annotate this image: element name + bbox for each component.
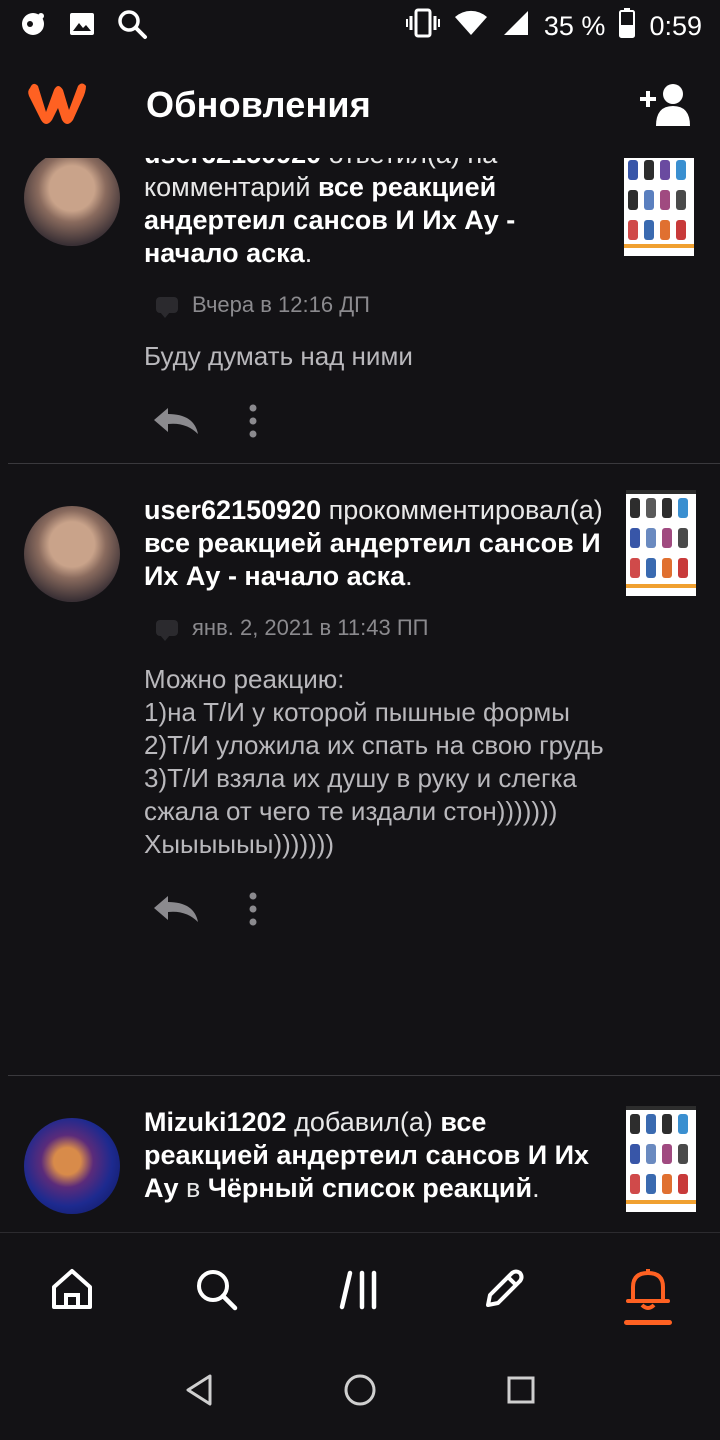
wifi-icon	[454, 9, 488, 44]
comment-bubble-icon	[156, 620, 178, 641]
library-icon	[339, 1270, 377, 1309]
battery-icon	[619, 7, 636, 45]
list-item[interactable]: Mizuki1202 добавил(а) все реакцией андер…	[8, 1075, 720, 1232]
comment-bubble-icon	[156, 297, 178, 318]
add-user-button[interactable]	[636, 75, 696, 135]
story-link[interactable]: все реакцией андертеил сансов И Их Ау - …	[144, 528, 601, 591]
write-icon	[486, 1269, 524, 1307]
reply-icon	[154, 895, 198, 922]
recents-button[interactable]	[506, 1375, 536, 1410]
timestamp: Вчера в 12:16 ДП	[192, 292, 370, 317]
home-icon	[52, 1268, 92, 1309]
bottom-navigation	[0, 1232, 720, 1344]
reply-button[interactable]	[152, 406, 200, 441]
nav-search[interactable]	[176, 1249, 256, 1329]
timestamp-row: Вчера в 12:16 ДП	[144, 292, 616, 318]
wattpad-logo-icon[interactable]	[24, 78, 88, 133]
back-icon	[186, 1374, 212, 1405]
avatar[interactable]	[24, 1118, 120, 1214]
home-system-button[interactable]	[343, 1373, 377, 1412]
back-button[interactable]	[184, 1373, 214, 1412]
more-options-button[interactable]	[248, 892, 258, 931]
search-icon	[116, 8, 148, 45]
more-options-button[interactable]	[248, 404, 258, 443]
recents-icon	[507, 1376, 535, 1403]
vibrate-icon	[405, 8, 440, 45]
story-cover[interactable]	[626, 490, 696, 596]
action-row	[144, 891, 616, 931]
nav-notifications[interactable]	[608, 1249, 688, 1329]
search-icon	[197, 1269, 238, 1310]
story-cover[interactable]	[624, 158, 694, 256]
list-item[interactable]: user62150920 прокомментировал(а) все реа…	[8, 463, 720, 1075]
story-cover[interactable]	[626, 1106, 696, 1212]
timestamp-row: янв. 2, 2021 в 11:43 ПП	[144, 615, 616, 641]
status-bar: 35 % 0:59	[0, 0, 720, 52]
updates-feed[interactable]: user62150920 ответил(а) на комментарий в…	[0, 158, 720, 1232]
system-navigation-bar	[0, 1344, 720, 1440]
clock: 0:59	[649, 10, 702, 41]
page-title: Обновления	[146, 84, 371, 125]
reply-button[interactable]	[152, 894, 200, 929]
update-headline: Mizuki1202 добавил(а) все реакцией андер…	[144, 1106, 616, 1205]
avatar[interactable]	[24, 158, 120, 246]
notification-icon	[18, 9, 48, 44]
username-link[interactable]: user62150920	[144, 158, 321, 169]
signal-icon	[502, 9, 530, 44]
comment-text: Буду думать над ними	[144, 341, 413, 371]
comment-text: Можно реакцию: 1)на Т/И у которой пышные…	[144, 664, 604, 859]
timestamp: янв. 2, 2021 в 11:43 ПП	[192, 615, 429, 640]
nav-library[interactable]	[320, 1249, 400, 1329]
avatar[interactable]	[24, 506, 120, 602]
add-user-icon	[640, 84, 690, 126]
nav-write[interactable]	[464, 1249, 544, 1329]
app-header: Обновления	[0, 52, 720, 158]
reply-icon	[154, 407, 198, 434]
more-vertical-icon	[249, 892, 257, 925]
more-vertical-icon	[249, 404, 257, 437]
middle-text: в	[178, 1173, 208, 1203]
username-link[interactable]: user62150920	[144, 495, 321, 525]
action-text: добавил(а)	[286, 1107, 441, 1137]
update-headline: user62150920 прокомментировал(а) все реа…	[144, 494, 616, 593]
battery-percent: 35 %	[543, 10, 606, 41]
active-tab-indicator	[624, 1319, 672, 1325]
home-circle-icon	[344, 1374, 376, 1405]
reading-list-link[interactable]: Чёрный список реакций	[208, 1173, 532, 1203]
notifications-icon	[626, 1268, 670, 1310]
list-item[interactable]: user62150920 ответил(а) на комментарий в…	[0, 158, 720, 463]
nav-home[interactable]	[32, 1249, 112, 1329]
update-headline: user62150920 ответил(а) на комментарий в…	[144, 158, 616, 270]
suffix-text: .	[405, 561, 413, 591]
image-icon	[68, 10, 96, 43]
suffix-text: .	[304, 238, 313, 268]
action-text: прокомментировал(а)	[321, 495, 603, 525]
username-link[interactable]: Mizuki1202	[144, 1107, 287, 1137]
action-row	[144, 403, 616, 443]
suffix-text: .	[532, 1173, 540, 1203]
